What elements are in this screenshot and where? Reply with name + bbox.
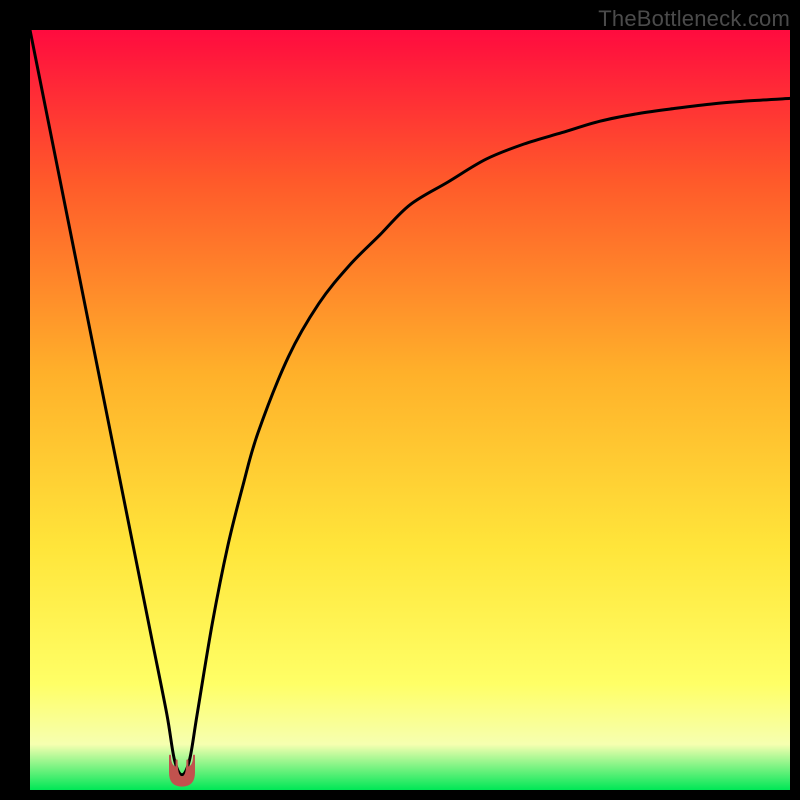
plot-area bbox=[30, 30, 790, 790]
gradient-background bbox=[30, 30, 790, 790]
bottleneck-chart bbox=[30, 30, 790, 790]
watermark-label: TheBottleneck.com bbox=[598, 6, 790, 32]
chart-frame: TheBottleneck.com bbox=[0, 0, 800, 800]
